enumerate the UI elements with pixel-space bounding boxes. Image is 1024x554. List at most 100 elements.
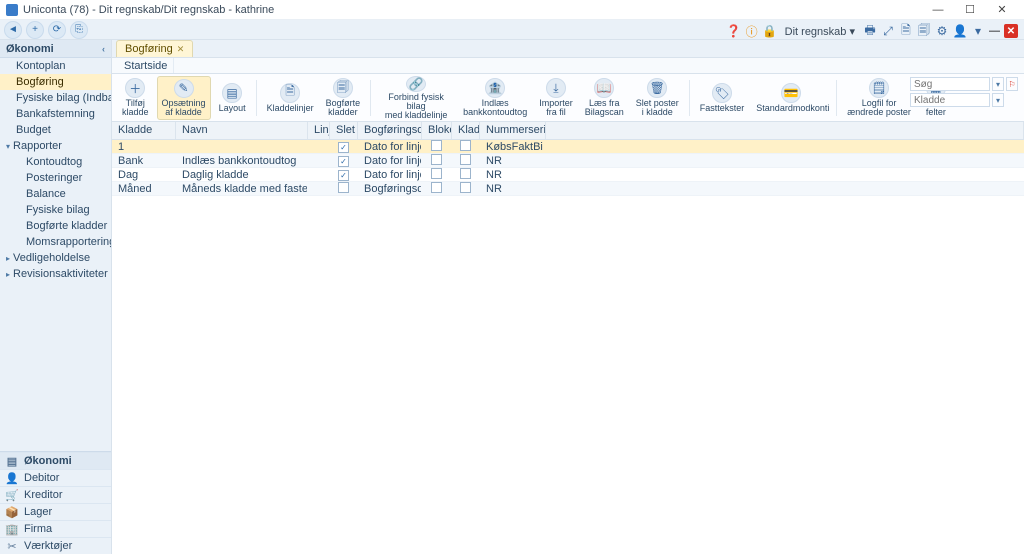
ribbon-indl-s[interactable]: 🏦Indlæsbankkontoudtog bbox=[459, 76, 531, 120]
help-icon[interactable]: ❓ bbox=[727, 24, 741, 38]
cell-sletli: ✓ bbox=[330, 169, 358, 181]
nav-item-momsrapportering[interactable]: Momsrapportering bbox=[0, 234, 111, 250]
nav-item-bogf-rte-kladder[interactable]: Bogførte kladder bbox=[0, 218, 111, 234]
cell-bogf: Dato for linjen bbox=[358, 155, 422, 167]
col-nummerserie[interactable]: Nummerserie bbox=[480, 122, 546, 139]
ribbon-label: Opsætningaf kladde bbox=[162, 99, 206, 117]
settings-icon[interactable]: ⚙ bbox=[935, 24, 949, 38]
sidebar-collapse-icon[interactable]: ‹ bbox=[102, 44, 105, 54]
company-dropdown[interactable]: Dit regnskab ▾ bbox=[781, 25, 859, 38]
ribbon-standardmodkonti[interactable]: 💳Standardmodkonti bbox=[752, 76, 830, 120]
kladde-filter-dropdown-button[interactable]: ▾ bbox=[992, 93, 1004, 107]
nav-item-budget[interactable]: Budget bbox=[0, 122, 111, 138]
ribbon-kladdelinjer[interactable]: 🗎Kladdelinjer bbox=[263, 76, 318, 120]
exit-button[interactable]: ✕ bbox=[1004, 24, 1018, 38]
col-bogf[interactable]: Bogføringsdatopri... bbox=[358, 122, 422, 139]
checkbox[interactable]: ✓ bbox=[338, 170, 349, 181]
nav-item-bankafstemning[interactable]: Bankafstemning bbox=[0, 106, 111, 122]
checkbox[interactable] bbox=[431, 154, 442, 165]
search-dropdown-button[interactable]: ▾ bbox=[992, 77, 1004, 91]
ribbon-icon: 💳 bbox=[781, 83, 801, 103]
printer-icon[interactable]: 🖶 bbox=[863, 24, 877, 38]
ribbon-logfil-for[interactable]: 🗒Logfil forændrede poster bbox=[843, 76, 915, 120]
ribbon-tab-startside[interactable]: Startside bbox=[118, 58, 174, 73]
nav-item-kontoudtog[interactable]: Kontoudtog bbox=[0, 154, 111, 170]
lock-icon[interactable]: 🔒 bbox=[763, 24, 777, 38]
cell-sletli: ✓ bbox=[330, 141, 358, 153]
module-debitor[interactable]: 👤Debitor bbox=[0, 469, 111, 486]
table-row[interactable]: MånedMåneds kladde med faste posterBogfø… bbox=[112, 182, 1024, 196]
document-tabbar: Bogføring ✕ bbox=[112, 40, 1024, 58]
ribbon-fasttekster[interactable]: 🏷Fasttekster bbox=[696, 76, 749, 120]
module-værktøjer[interactable]: ✂Værktøjer bbox=[0, 537, 111, 554]
col-kladd[interactable]: Kladd... bbox=[452, 122, 480, 139]
doc-up-icon[interactable]: 🗎 bbox=[899, 24, 913, 38]
nav-item-kontoplan[interactable]: Kontoplan bbox=[0, 58, 111, 74]
nav-item-vedligeholdelse[interactable]: Vedligeholdelse bbox=[0, 250, 111, 266]
doc-copy-icon[interactable]: 🗐 bbox=[917, 24, 931, 38]
ribbon-icon: 🏦 bbox=[485, 78, 505, 98]
ribbon-ops-tning[interactable]: ✎Opsætningaf kladde bbox=[157, 76, 211, 120]
checkbox[interactable] bbox=[338, 182, 349, 193]
nav-item-bogf-ring[interactable]: Bogføring bbox=[0, 74, 111, 90]
checkbox[interactable] bbox=[460, 182, 471, 193]
col-sletli[interactable]: Slet li... bbox=[330, 122, 358, 139]
table-row[interactable]: BankIndlæs bankkontoudtog✓Dato for linje… bbox=[112, 154, 1024, 168]
checkbox[interactable] bbox=[431, 182, 442, 193]
ribbon-icon: 🗐 bbox=[333, 78, 353, 98]
back-button[interactable]: ◄ bbox=[4, 21, 22, 39]
module-økonomi[interactable]: ▤Økonomi bbox=[0, 452, 111, 469]
user-icon[interactable]: 👤 bbox=[953, 24, 967, 38]
table-row[interactable]: DagDaglig kladde✓Dato for linjenNR bbox=[112, 168, 1024, 182]
quick-add-button[interactable]: + bbox=[26, 21, 44, 39]
checkbox[interactable] bbox=[460, 154, 471, 165]
ribbon-slet-poster[interactable]: 🗑Slet posteri kladde bbox=[632, 76, 683, 120]
tab-bogforing[interactable]: Bogføring ✕ bbox=[116, 40, 193, 57]
ribbon-icon: 🗎 bbox=[280, 83, 300, 103]
ribbon-forbind-fysisk-bilag[interactable]: 🔗Forbind fysisk bilagmed kladdelinje bbox=[377, 76, 455, 120]
info-icon[interactable]: ⓘ bbox=[745, 24, 759, 38]
doc-max-icon[interactable]: ⤢ bbox=[881, 24, 895, 38]
ribbon-label: Kladdelinjer bbox=[267, 104, 314, 113]
sidebar-panel-title: Økonomi bbox=[6, 43, 54, 55]
window-close[interactable]: ✕ bbox=[986, 0, 1018, 20]
window-minimize[interactable]: — bbox=[922, 0, 954, 20]
nav-item-revisionsaktiviteter[interactable]: Revisionsaktiviteter bbox=[0, 266, 111, 282]
col-navn[interactable]: Navn bbox=[176, 122, 308, 139]
table-row[interactable]: 1✓Dato for linjenKøbsFaktBi bbox=[112, 140, 1024, 154]
checkbox[interactable]: ✓ bbox=[338, 156, 349, 167]
search-clear-button[interactable]: ⚐ bbox=[1006, 77, 1018, 91]
nav-item-fysiske-bilag-indbakke-[interactable]: Fysiske bilag (Indbakke) bbox=[0, 90, 111, 106]
nav-item-rapporter[interactable]: Rapporter bbox=[0, 138, 111, 154]
checkbox[interactable] bbox=[460, 168, 471, 179]
quick-refresh-button[interactable]: ⟳ bbox=[48, 21, 66, 39]
module-kreditor[interactable]: 🛒Kreditor bbox=[0, 486, 111, 503]
ribbon-l-s-fra[interactable]: 📖Læs fraBilagscan bbox=[581, 76, 628, 120]
module-lager[interactable]: 📦Lager bbox=[0, 503, 111, 520]
user-dropdown-icon[interactable]: ▾ bbox=[971, 24, 985, 38]
quick-copy-button[interactable]: ⎘ bbox=[70, 21, 88, 39]
col-linjer[interactable]: Linjer bbox=[308, 122, 330, 139]
ribbon-importer[interactable]: ⤓Importerfra fil bbox=[535, 76, 577, 120]
ribbon-label: Slet posteri kladde bbox=[636, 99, 679, 117]
col-kladde[interactable]: Kladde bbox=[112, 122, 176, 139]
sidebar-panel-header[interactable]: Økonomi ‹ bbox=[0, 40, 111, 58]
checkbox[interactable] bbox=[460, 140, 471, 151]
ribbon-layout[interactable]: ▤Layout bbox=[215, 76, 250, 120]
checkbox[interactable] bbox=[431, 140, 442, 151]
kladde-filter-input[interactable] bbox=[910, 93, 990, 107]
col-bloke[interactable]: Bloke... bbox=[422, 122, 452, 139]
window-maximize[interactable]: ☐ bbox=[954, 0, 986, 20]
checkbox[interactable] bbox=[431, 168, 442, 179]
nav-item-fysiske-bilag[interactable]: Fysiske bilag bbox=[0, 202, 111, 218]
module-firma[interactable]: 🏢Firma bbox=[0, 520, 111, 537]
cell-nummerserie: NR bbox=[480, 183, 546, 195]
tab-close-icon[interactable]: ✕ bbox=[177, 44, 185, 55]
ribbon-search-area: ▾ ⚐ ▾ bbox=[910, 77, 1018, 107]
ribbon-tilf-j[interactable]: ＋Tilføjkladde bbox=[118, 76, 153, 120]
search-input[interactable] bbox=[910, 77, 990, 91]
nav-item-posteringer[interactable]: Posteringer bbox=[0, 170, 111, 186]
nav-item-balance[interactable]: Balance bbox=[0, 186, 111, 202]
ribbon-bogf-rte[interactable]: 🗐Bogførtekladder bbox=[322, 76, 365, 120]
checkbox[interactable]: ✓ bbox=[338, 142, 349, 153]
